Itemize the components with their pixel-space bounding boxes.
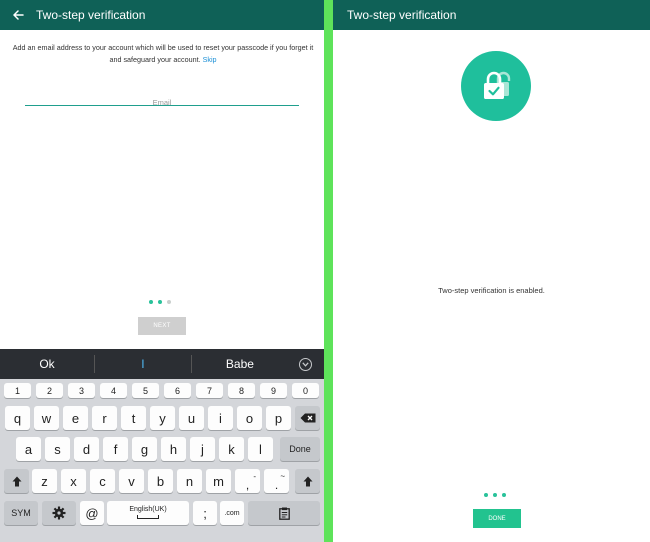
clipboard-icon xyxy=(278,507,290,520)
key-q[interactable]: q xyxy=(5,406,30,430)
key-n[interactable]: n xyxy=(177,469,202,493)
key-8[interactable]: 8 xyxy=(228,383,255,398)
key-s[interactable]: s xyxy=(45,437,70,461)
period-label: . xyxy=(274,478,279,492)
on-screen-keyboard: Ok I Babe 1 2 3 4 5 6 7 8 9 0 q w e r t … xyxy=(0,349,324,542)
progress-dot-3 xyxy=(502,493,506,497)
at-key[interactable]: @ xyxy=(80,501,104,525)
shift-key-right[interactable] xyxy=(295,469,320,493)
key-l[interactable]: l xyxy=(248,437,273,461)
progress-dot-2 xyxy=(493,493,497,497)
email-field[interactable] xyxy=(25,96,299,109)
shift-icon xyxy=(12,476,21,486)
suggestion-3[interactable]: Babe xyxy=(192,357,288,371)
page-title: Two-step verification xyxy=(347,8,457,22)
suggestion-bar: Ok I Babe xyxy=(0,349,324,379)
key-9[interactable]: 9 xyxy=(260,383,287,398)
key-1[interactable]: 1 xyxy=(4,383,31,398)
semicolon-key[interactable]: ; xyxy=(193,501,217,525)
next-button[interactable]: NEXT xyxy=(138,317,186,335)
space-language-label: English(UK) xyxy=(129,505,167,513)
key-5[interactable]: 5 xyxy=(132,383,159,398)
key-x[interactable]: x xyxy=(61,469,86,493)
progress-dot-1 xyxy=(484,493,488,497)
period-hint: ~ xyxy=(280,472,285,481)
suggestion-1[interactable]: Ok xyxy=(0,357,94,371)
intro-text: Add an email address to your account whi… xyxy=(12,42,314,66)
key-6[interactable]: 6 xyxy=(164,383,191,398)
arrow-left-icon xyxy=(12,10,24,20)
backspace-key[interactable] xyxy=(295,406,320,430)
key-d[interactable]: d xyxy=(74,437,99,461)
key-t[interactable]: t xyxy=(121,406,146,430)
sym-key[interactable]: SYM xyxy=(4,501,38,525)
key-3[interactable]: 3 xyxy=(68,383,95,398)
key-o[interactable]: o xyxy=(237,406,262,430)
done-key[interactable]: Done xyxy=(280,437,320,461)
key-k[interactable]: k xyxy=(219,437,244,461)
backspace-icon xyxy=(300,413,315,423)
key-r[interactable]: r xyxy=(92,406,117,430)
comma-hint: - xyxy=(253,472,256,481)
keyboard-collapse-button[interactable] xyxy=(288,357,324,371)
key-w[interactable]: w xyxy=(34,406,59,430)
key-v[interactable]: v xyxy=(119,469,144,493)
screen-divider xyxy=(324,0,333,542)
done-button[interactable]: DONE xyxy=(473,509,521,528)
key-g[interactable]: g xyxy=(132,437,157,461)
status-message: Two-step verification is enabled. xyxy=(438,286,545,295)
progress-dot-2 xyxy=(158,300,162,304)
progress-dot-3 xyxy=(167,300,171,304)
skip-link[interactable]: Skip xyxy=(203,55,217,64)
key-e[interactable]: e xyxy=(63,406,88,430)
left-screen: Two-step verification Add an email addre… xyxy=(0,0,324,542)
key-u[interactable]: u xyxy=(179,406,204,430)
key-z[interactable]: z xyxy=(32,469,57,493)
key-4[interactable]: 4 xyxy=(100,383,127,398)
suggestion-2[interactable]: I xyxy=(95,357,191,371)
key-m[interactable]: m xyxy=(206,469,231,493)
key-p[interactable]: p xyxy=(266,406,291,430)
lock-check-icon xyxy=(484,71,511,99)
key-c[interactable]: c xyxy=(90,469,115,493)
key-a[interactable]: a xyxy=(16,437,41,461)
progress-dots xyxy=(484,493,506,497)
app-bar: Two-step verification xyxy=(333,0,650,30)
right-screen: Two-step verification Two-step verificat… xyxy=(333,0,650,542)
space-key[interactable]: English(UK) xyxy=(107,501,189,525)
lock-badge xyxy=(461,51,531,121)
back-button[interactable] xyxy=(0,0,36,30)
clipboard-key[interactable] xyxy=(248,501,320,525)
key-0[interactable]: 0 xyxy=(292,383,319,398)
key-j[interactable]: j xyxy=(190,437,215,461)
dotcom-key[interactable]: .com xyxy=(220,501,244,525)
chevron-down-icon xyxy=(299,357,313,371)
key-7[interactable]: 7 xyxy=(196,383,223,398)
progress-dot-1 xyxy=(149,300,153,304)
progress-dots xyxy=(149,300,171,304)
key-i[interactable]: i xyxy=(208,406,233,430)
key-f[interactable]: f xyxy=(103,437,128,461)
comma-key[interactable]: - , xyxy=(235,469,260,493)
email-field-wrapper xyxy=(25,92,299,109)
intro-text-body: Add an email address to your account whi… xyxy=(12,43,314,64)
app-bar: Two-step verification xyxy=(0,0,324,30)
shift-key-left[interactable] xyxy=(4,469,29,493)
page-title: Two-step verification xyxy=(36,8,146,22)
gear-icon xyxy=(52,506,66,520)
key-2[interactable]: 2 xyxy=(36,383,63,398)
key-y[interactable]: y xyxy=(150,406,175,430)
key-b[interactable]: b xyxy=(148,469,173,493)
space-bar-icon xyxy=(137,514,159,519)
settings-key[interactable] xyxy=(42,501,76,525)
period-key[interactable]: ~ . xyxy=(264,469,289,493)
comma-label: , xyxy=(245,478,250,492)
shift-icon xyxy=(303,476,312,486)
key-h[interactable]: h xyxy=(161,437,186,461)
